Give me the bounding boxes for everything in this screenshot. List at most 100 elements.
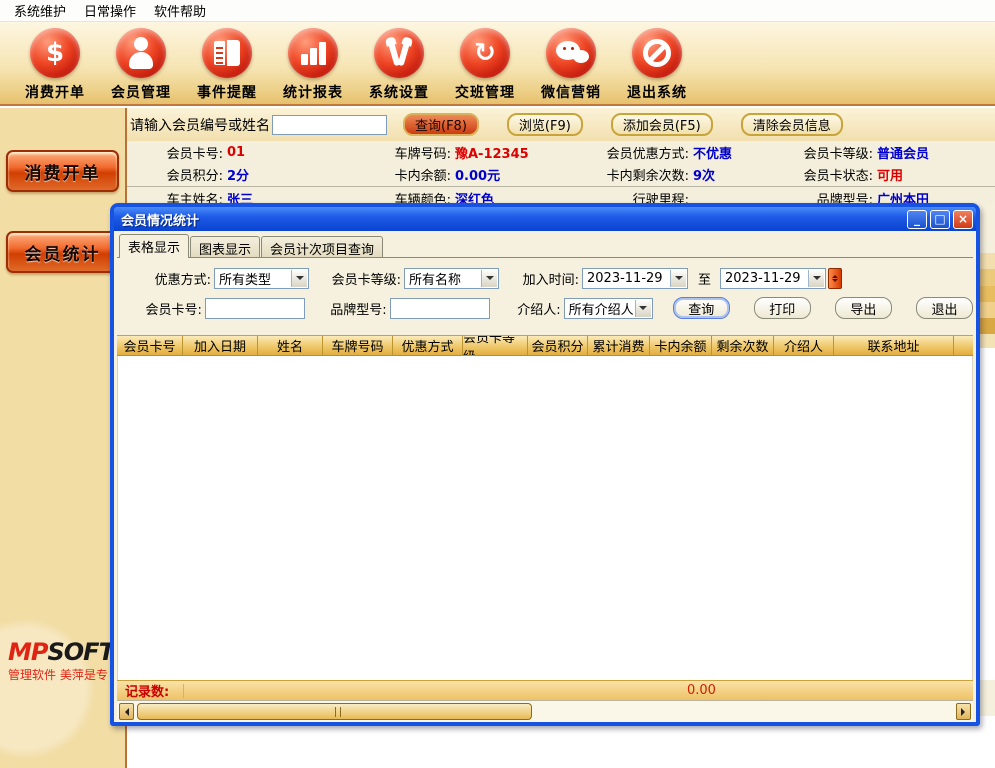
column-header[interactable]: 累计消费 (588, 336, 650, 355)
card-number-label: 会员卡号: (129, 299, 202, 318)
date-from-select[interactable]: 2023-11-29 (582, 268, 688, 289)
brand-model-label: 品牌型号: (305, 299, 387, 318)
tools-icon (374, 28, 424, 78)
toolbar-event-reminder[interactable]: 事件提醒 (184, 28, 270, 102)
discount-type-label: 优惠方式: (129, 269, 211, 288)
shift-arrows-icon: ↻ (460, 28, 510, 78)
column-header[interactable]: 会员卡等级 (463, 336, 528, 355)
toolbar-consume-billing[interactable]: $ 消费开单 (12, 28, 98, 102)
close-button[interactable]: × (953, 210, 973, 229)
browse-f9-button[interactable]: 浏览(F9) (507, 113, 583, 136)
sidebar-button-member-statistics[interactable]: 会员统计 (6, 231, 119, 273)
sidebar-button-label: 消费开单 (25, 159, 101, 184)
chevron-down-icon (291, 270, 307, 287)
card-grade-label: 会员卡等级: (309, 269, 401, 288)
left-sidebar: 消费开单 会员统计 MPSOFT 管理软件 美萍是专 (0, 108, 127, 768)
referrer-select[interactable]: 所有介绍人 (564, 298, 653, 319)
dialog-titlebar[interactable]: 会员情况统计 _ □ × (114, 207, 976, 231)
query-button[interactable]: 查询 (673, 297, 730, 319)
column-header[interactable]: 会员卡号 (117, 336, 183, 355)
remaining-times-field: 卡内剩余次数:9次 (577, 165, 777, 184)
maximize-button[interactable]: □ (930, 210, 950, 229)
toolbar-system-settings[interactable]: 系统设置 (356, 28, 442, 102)
column-header[interactable]: 介绍人 (774, 336, 834, 355)
card-grade-value: 所有名称 (409, 269, 461, 288)
toolbar-wechat-marketing[interactable]: 微信营销 (528, 28, 614, 102)
dollar-glyph: $ (46, 40, 64, 66)
member-icon (116, 28, 166, 78)
dialog-title: 会员情况统计 (121, 210, 904, 229)
tab-count-item-query[interactable]: 会员计次项目查询 (261, 236, 383, 257)
column-header[interactable]: 联系地址 (834, 336, 954, 355)
scroll-left-arrow-icon[interactable] (119, 703, 134, 720)
plate-number-field: 车牌号码:豫A-12345 (355, 143, 577, 162)
background-strip (980, 203, 995, 716)
exit-button[interactable]: 退出 (916, 297, 973, 319)
referrer-label: 介绍人: (490, 299, 561, 318)
horizontal-scrollbar[interactable] (117, 700, 973, 722)
dollar-icon: $ (30, 28, 80, 78)
column-header[interactable]: 会员积分 (528, 336, 588, 355)
join-time-label: 加入时间: (499, 269, 579, 288)
menu-daily-operations[interactable]: 日常操作 (75, 0, 145, 22)
table-body-empty[interactable] (117, 356, 973, 680)
toolbar-statistics-report[interactable]: 统计报表 (270, 28, 356, 102)
tab-chart-view[interactable]: 图表显示 (190, 236, 260, 257)
date-to-select[interactable]: 2023-11-29 (720, 268, 826, 289)
filter-panel: 优惠方式: 所有类型 会员卡等级: 所有名称 加入时间: 2023-11-29 … (117, 258, 973, 326)
member-card-no-field: 会员卡号:01 (127, 143, 355, 162)
toolbar-label: 系统设置 (369, 82, 429, 102)
status-separator (183, 684, 184, 698)
card-grade-select[interactable]: 所有名称 (404, 268, 499, 289)
column-header[interactable]: 姓名 (258, 336, 323, 355)
member-points-field: 会员积分:2分 (127, 165, 355, 184)
sidebar-button-consume-billing[interactable]: 消费开单 (6, 150, 119, 192)
export-button[interactable]: 导出 (835, 297, 892, 319)
dialog-client-area: 表格显示 图表显示 会员计次项目查询 优惠方式: 所有类型 会员卡等级: 所有名… (114, 231, 976, 722)
toolbar-label: 退出系统 (627, 82, 687, 102)
card-number-input[interactable] (205, 298, 305, 319)
member-info-panel: 会员卡号:01 车牌号码:豫A-12345 会员优惠方式:不优惠 会员卡等级:普… (127, 141, 995, 208)
card-grade-field: 会员卡等级:普通会员 (777, 143, 995, 162)
discount-type-select[interactable]: 所有类型 (214, 268, 309, 289)
discount-type-value: 所有类型 (219, 269, 271, 288)
add-member-f5-button[interactable]: 添加会员(F5) (611, 113, 713, 136)
column-header-filler (954, 336, 973, 355)
toolbar-label: 会员管理 (111, 82, 171, 102)
discount-mode-field: 会员优惠方式:不优惠 (577, 143, 777, 162)
chevron-down-icon (808, 270, 824, 287)
scroll-right-arrow-icon[interactable] (956, 703, 971, 720)
dialog-statusbar: 记录数: 0.00 (117, 680, 973, 700)
column-header[interactable]: 剩余次数 (712, 336, 774, 355)
dialog-tabstrip: 表格显示 图表显示 会员计次项目查询 (117, 234, 973, 258)
shift-glyph: ↻ (474, 40, 496, 66)
sidebar-button-label: 会员统计 (25, 240, 101, 265)
menu-software-help[interactable]: 软件帮助 (145, 0, 215, 22)
referrer-value: 所有介绍人 (569, 299, 634, 318)
toolbar-exit-system[interactable]: 退出系统 (614, 28, 700, 102)
member-statistics-dialog: 会员情况统计 _ □ × 表格显示 图表显示 会员计次项目查询 优惠方式: 所有… (110, 203, 980, 726)
clear-member-info-button[interactable]: 清除会员信息 (741, 113, 843, 136)
scrollbar-thumb[interactable] (137, 703, 532, 720)
card-balance-field: 卡内余额:0.00元 (355, 165, 577, 184)
member-search-input[interactable] (272, 115, 387, 135)
toolbar-label: 交班管理 (455, 82, 515, 102)
book-icon (202, 28, 252, 78)
column-header[interactable]: 车牌号码 (323, 336, 393, 355)
toolbar-member-management[interactable]: 会员管理 (98, 28, 184, 102)
minimize-button[interactable]: _ (907, 210, 927, 229)
print-button[interactable]: 打印 (754, 297, 811, 319)
tab-table-view[interactable]: 表格显示 (119, 234, 189, 258)
date-spinner-button[interactable] (828, 268, 842, 289)
brand-model-input[interactable] (390, 298, 490, 319)
column-header[interactable]: 卡内余额 (650, 336, 712, 355)
toolbar-shift-management[interactable]: ↻ 交班管理 (442, 28, 528, 102)
member-search-label: 请输入会员编号或姓名 (130, 115, 270, 135)
search-f8-button[interactable]: 查询(F8) (403, 113, 479, 136)
column-header[interactable]: 优惠方式 (393, 336, 463, 355)
column-header[interactable]: 加入日期 (183, 336, 258, 355)
menu-system-maintenance[interactable]: 系统维护 (5, 0, 75, 22)
table-header-row: 会员卡号 加入日期 姓名 车牌号码 优惠方式 会员卡等级 会员积分 累计消费 卡… (117, 335, 973, 356)
menu-bar: 系统维护 日常操作 软件帮助 (0, 0, 995, 22)
toolbar-label: 微信营销 (541, 82, 601, 102)
